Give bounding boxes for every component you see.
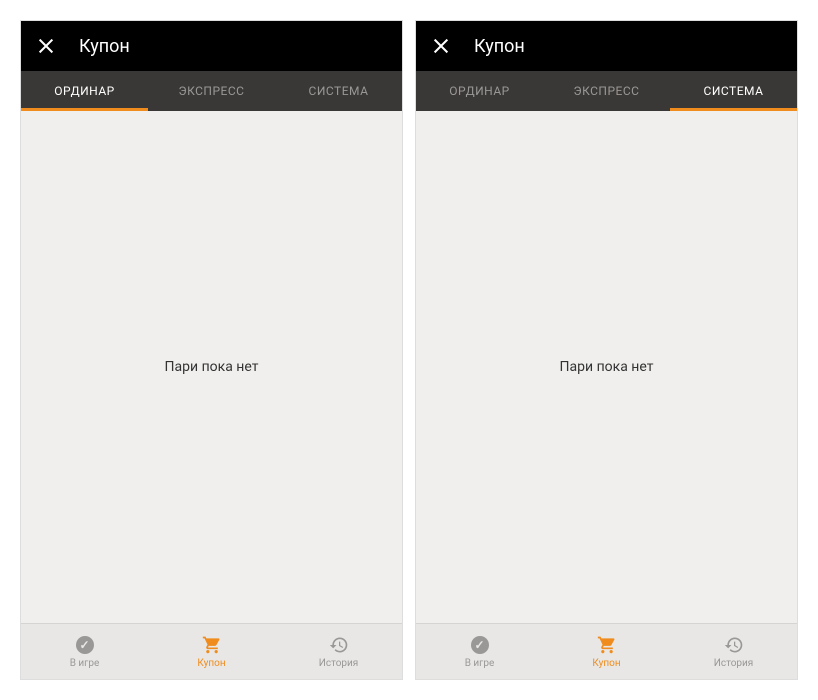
content-area: Пари пока нет bbox=[416, 111, 797, 623]
nav-item-inplay[interactable]: В игре bbox=[21, 624, 148, 679]
tab-system[interactable]: СИСТЕМА bbox=[275, 71, 402, 111]
tab-system[interactable]: СИСТЕМА bbox=[670, 71, 797, 111]
close-icon[interactable] bbox=[37, 37, 55, 55]
tab-single[interactable]: ОРДИНАР bbox=[21, 71, 148, 111]
empty-message: Пари пока нет bbox=[165, 359, 259, 375]
bottom-nav: В игре Купон История bbox=[21, 623, 402, 679]
nav-item-history[interactable]: История bbox=[670, 624, 797, 679]
nav-item-coupon[interactable]: Купон bbox=[148, 624, 275, 679]
phone-screen-2: Купон ОРДИНАР ЭКСПРЕСС СИСТЕМА Пари пока… bbox=[415, 20, 798, 680]
tabs: ОРДИНАР ЭКСПРЕСС СИСТЕМА bbox=[21, 71, 402, 111]
header: Купон bbox=[416, 21, 797, 71]
tabs: ОРДИНАР ЭКСПРЕСС СИСТЕМА bbox=[416, 71, 797, 111]
cart-icon bbox=[201, 634, 223, 656]
nav-label: Купон bbox=[197, 658, 225, 669]
empty-message: Пари пока нет bbox=[560, 359, 654, 375]
nav-item-coupon[interactable]: Купон bbox=[543, 624, 670, 679]
tab-label: СИСТЕМА bbox=[309, 84, 369, 98]
phone-screen-1: Купон ОРДИНАР ЭКСПРЕСС СИСТЕМА Пари пока… bbox=[20, 20, 403, 680]
history-icon bbox=[723, 634, 745, 656]
nav-label: Купон bbox=[592, 658, 620, 669]
tab-label: ОРДИНАР bbox=[449, 84, 509, 98]
nav-label: История bbox=[319, 658, 359, 669]
content-area: Пари пока нет bbox=[21, 111, 402, 623]
tab-label: ОРДИНАР bbox=[54, 84, 114, 98]
tab-label: СИСТЕМА bbox=[704, 84, 764, 98]
close-icon[interactable] bbox=[432, 37, 450, 55]
header-title: Купон bbox=[79, 36, 130, 57]
header: Купон bbox=[21, 21, 402, 71]
history-icon bbox=[328, 634, 350, 656]
inplay-icon bbox=[469, 634, 491, 656]
tab-single[interactable]: ОРДИНАР bbox=[416, 71, 543, 111]
tab-express[interactable]: ЭКСПРЕСС bbox=[148, 71, 275, 111]
nav-label: История bbox=[714, 658, 754, 669]
cart-icon bbox=[596, 634, 618, 656]
tab-label: ЭКСПРЕСС bbox=[178, 84, 244, 98]
nav-item-history[interactable]: История bbox=[275, 624, 402, 679]
bottom-nav: В игре Купон История bbox=[416, 623, 797, 679]
tab-label: ЭКСПРЕСС bbox=[573, 84, 639, 98]
inplay-icon bbox=[74, 634, 96, 656]
header-title: Купон bbox=[474, 36, 525, 57]
nav-label: В игре bbox=[70, 658, 100, 669]
nav-label: В игре bbox=[465, 658, 495, 669]
nav-item-inplay[interactable]: В игре bbox=[416, 624, 543, 679]
tab-express[interactable]: ЭКСПРЕСС bbox=[543, 71, 670, 111]
